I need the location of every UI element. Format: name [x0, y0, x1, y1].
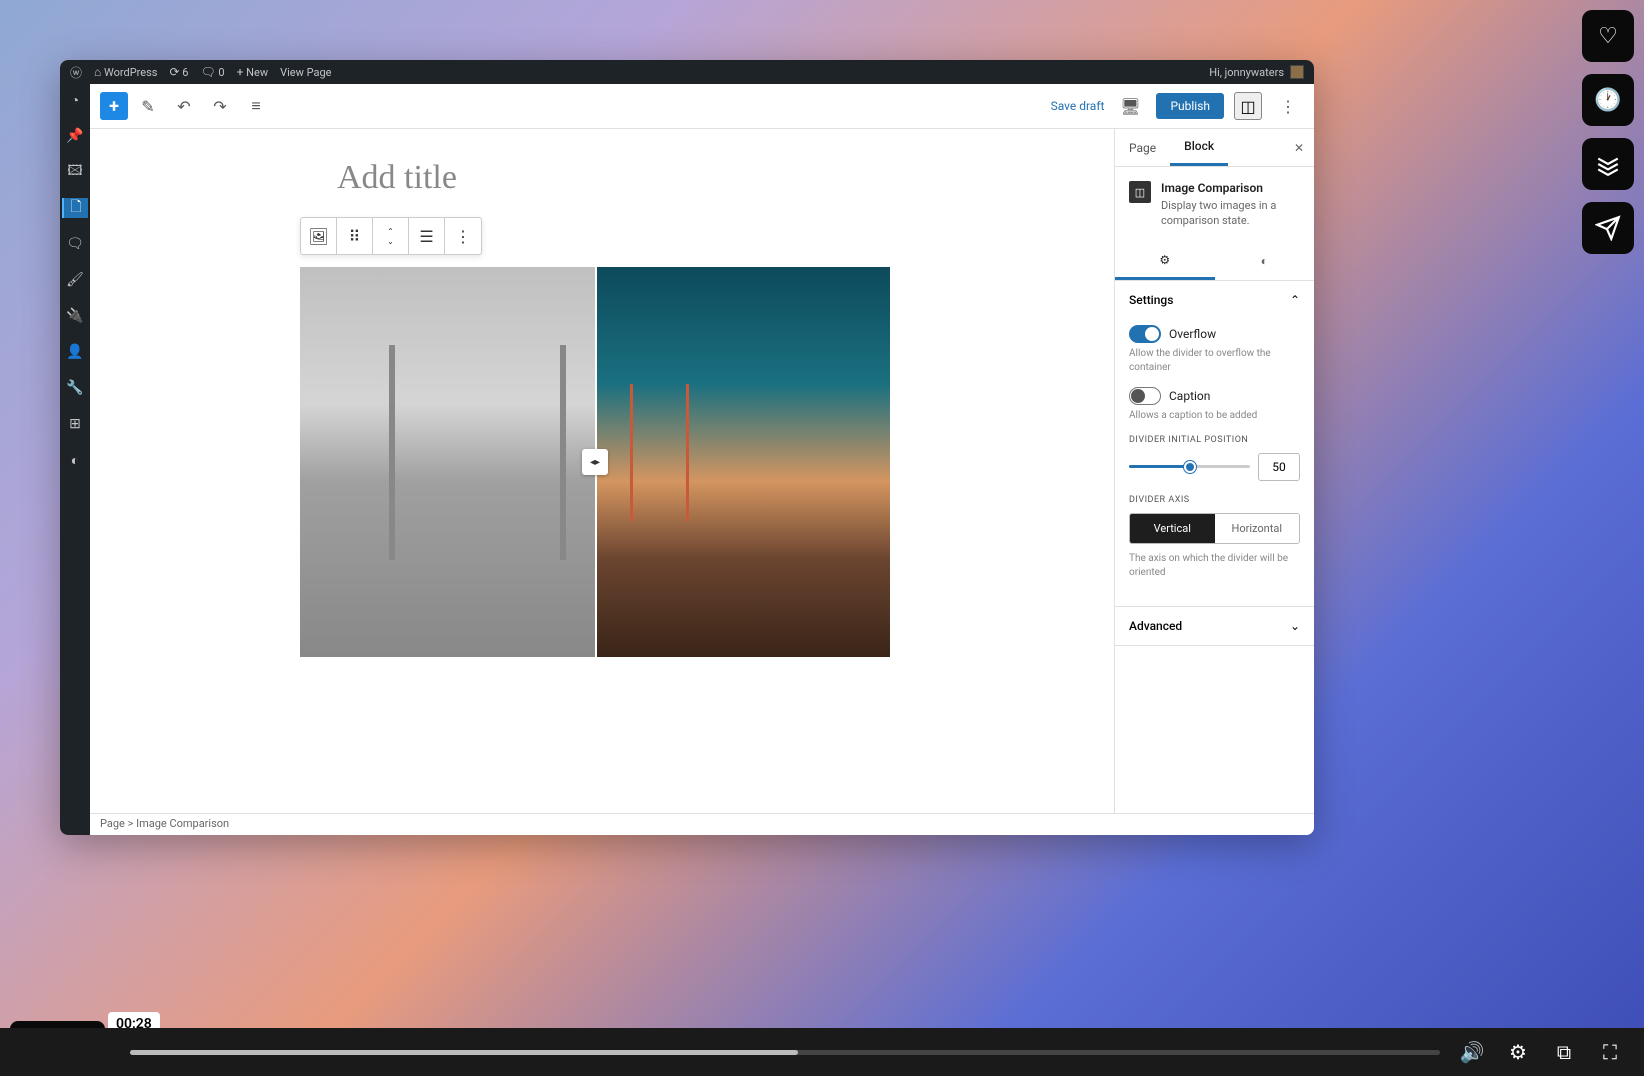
greeting[interactable]: Hi, jonnywaters	[1209, 66, 1284, 79]
pip-icon[interactable]: ⧉	[1550, 1040, 1578, 1064]
sidebar-posts-icon[interactable]: 📌	[62, 126, 88, 146]
divider-handle[interactable]: ◂▸	[582, 449, 608, 475]
breadcrumb[interactable]: Page > Image Comparison	[90, 813, 1314, 835]
wordpress-window: ⓦ ⌂ WordPress ⟳ 6 🗨 0 + New View Page Hi…	[60, 60, 1314, 835]
settings-gear-icon[interactable]: ⚙	[1504, 1040, 1532, 1064]
chevron-down-icon: ⌄	[1290, 619, 1300, 633]
sidebar-users-icon[interactable]: 👤	[62, 342, 88, 362]
video-controls: 🔊 ⚙ ⧉ ⛶	[0, 1028, 1644, 1076]
tab-block[interactable]: Block	[1170, 129, 1228, 166]
tab-page[interactable]: Page	[1115, 131, 1170, 165]
block-toolbar: 🖼 ⠿ ⌃⌄ ☰ ⋮	[300, 217, 482, 255]
list-view-icon[interactable]: ≡	[240, 90, 272, 122]
more-options-icon[interactable]: ⋮	[1272, 90, 1304, 122]
axis-vertical-button[interactable]: Vertical	[1130, 514, 1215, 543]
axis-help: The axis on which the divider will be or…	[1129, 552, 1300, 580]
block-icon: ◫	[1129, 181, 1151, 203]
share-icon[interactable]	[1582, 202, 1634, 254]
caption-toggle[interactable]	[1129, 387, 1161, 405]
drag-handle-icon[interactable]: ⠿	[337, 218, 373, 254]
sidebar-tools-icon[interactable]: 🔧	[62, 378, 88, 398]
sidebar-settings-icon[interactable]: ⊞	[62, 414, 88, 434]
divider-position-slider[interactable]	[1129, 465, 1250, 468]
preview-icon[interactable]: 🖥	[1114, 90, 1146, 122]
styles-subtab-icon[interactable]: ◐	[1215, 243, 1315, 280]
settings-section-header[interactable]: Settings ⌃	[1115, 281, 1314, 319]
settings-panel-toggle-icon[interactable]: ◫	[1234, 92, 1262, 120]
chevron-up-icon: ⌃	[1290, 293, 1300, 307]
close-panel-icon[interactable]: ✕	[1284, 131, 1314, 165]
move-arrows[interactable]: ⌃⌄	[373, 218, 409, 254]
overflow-help: Allow the divider to overflow the contai…	[1129, 347, 1300, 375]
redo-icon[interactable]: ↷	[204, 90, 236, 122]
axis-button-group: Vertical Horizontal	[1129, 513, 1300, 544]
advanced-section-header[interactable]: Advanced ⌄	[1115, 607, 1314, 645]
sidebar-collapse-icon[interactable]: ◐	[62, 450, 88, 470]
move-up-icon[interactable]: ⌃	[387, 227, 394, 236]
volume-icon[interactable]: 🔊	[1458, 1040, 1486, 1064]
site-home-link[interactable]: ⌂ WordPress	[94, 65, 157, 79]
block-more-icon[interactable]: ⋮	[445, 218, 481, 254]
update-icon: ⟳	[169, 65, 179, 79]
block-title: Image Comparison	[1161, 181, 1300, 195]
sidebar-appearance-icon[interactable]: 🖌	[62, 270, 88, 290]
home-icon: ⌂	[94, 65, 101, 79]
align-icon[interactable]: ☰	[409, 218, 445, 254]
like-icon[interactable]: ♡	[1582, 10, 1634, 62]
view-page-link[interactable]: View Page	[280, 66, 331, 79]
undo-icon[interactable]: ↶	[168, 90, 200, 122]
updates-link[interactable]: ⟳ 6	[169, 65, 188, 79]
add-block-button[interactable]: +	[100, 92, 128, 120]
page-title-input[interactable]: Add title	[337, 159, 927, 197]
comments-link[interactable]: 🗨 0	[200, 65, 224, 79]
watch-later-icon[interactable]: 🕐	[1582, 74, 1634, 126]
wordpress-logo-icon[interactable]: ⓦ	[70, 64, 82, 81]
sidebar-plugins-icon[interactable]: 🔌	[62, 306, 88, 326]
sidebar-pages-icon[interactable]: 🗋	[62, 198, 88, 218]
overflow-toggle[interactable]	[1129, 325, 1161, 343]
block-type-icon[interactable]: 🖼	[301, 218, 337, 254]
new-link[interactable]: + New	[237, 65, 269, 79]
caption-label: Caption	[1169, 389, 1210, 403]
image-comparison-block[interactable]: ◂▸	[300, 267, 890, 657]
admin-sidebar: ◔ 📌 🖾 🗋 🗨 🖌 🔌 👤 🔧 ⊞ ◐	[60, 84, 90, 835]
block-info: ◫ Image Comparison Display two images in…	[1115, 167, 1314, 243]
editor-canvas[interactable]: Add title 🖼 ⠿ ⌃⌄ ☰ ⋮ ◂▸	[90, 129, 1114, 835]
editor-toolbar: + ✎ ↶ ↷ ≡ Save draft 🖥 Publish ◫ ⋮	[90, 84, 1314, 129]
block-description: Display two images in a comparison state…	[1161, 198, 1300, 229]
plus-icon: +	[237, 65, 244, 79]
settings-panel: Page Block ✕ ◫ Image Comparison Display …	[1114, 129, 1314, 835]
admin-bar: ⓦ ⌂ WordPress ⟳ 6 🗨 0 + New View Page Hi…	[60, 60, 1314, 84]
axis-horizontal-button[interactable]: Horizontal	[1215, 514, 1300, 543]
sidebar-media-icon[interactable]: 🖾	[62, 162, 88, 182]
after-image	[595, 267, 890, 657]
overflow-label: Overflow	[1169, 327, 1216, 341]
overlay-buttons: ♡ 🕐	[1582, 10, 1634, 254]
publish-button[interactable]: Publish	[1156, 93, 1224, 119]
divider-pos-label: DIVIDER INITIAL POSITION	[1129, 435, 1300, 445]
move-down-icon[interactable]: ⌄	[387, 237, 394, 246]
divider-axis-label: DIVIDER AXIS	[1129, 495, 1300, 505]
save-draft-button[interactable]: Save draft	[1051, 99, 1105, 113]
comment-icon: 🗨	[200, 65, 215, 79]
avatar[interactable]	[1290, 65, 1304, 79]
sidebar-dashboard-icon[interactable]: ◔	[62, 90, 88, 110]
caption-help: Allows a caption to be added	[1129, 409, 1300, 423]
settings-subtab-icon[interactable]: ⚙	[1115, 243, 1215, 280]
divider-position-input[interactable]	[1258, 453, 1300, 481]
collections-icon[interactable]	[1582, 138, 1634, 190]
fullscreen-icon[interactable]: ⛶	[1596, 1040, 1624, 1064]
progress-bar[interactable]	[130, 1050, 1440, 1055]
edit-mode-icon[interactable]: ✎	[132, 90, 164, 122]
sidebar-comments-icon[interactable]: 🗨	[62, 234, 88, 254]
